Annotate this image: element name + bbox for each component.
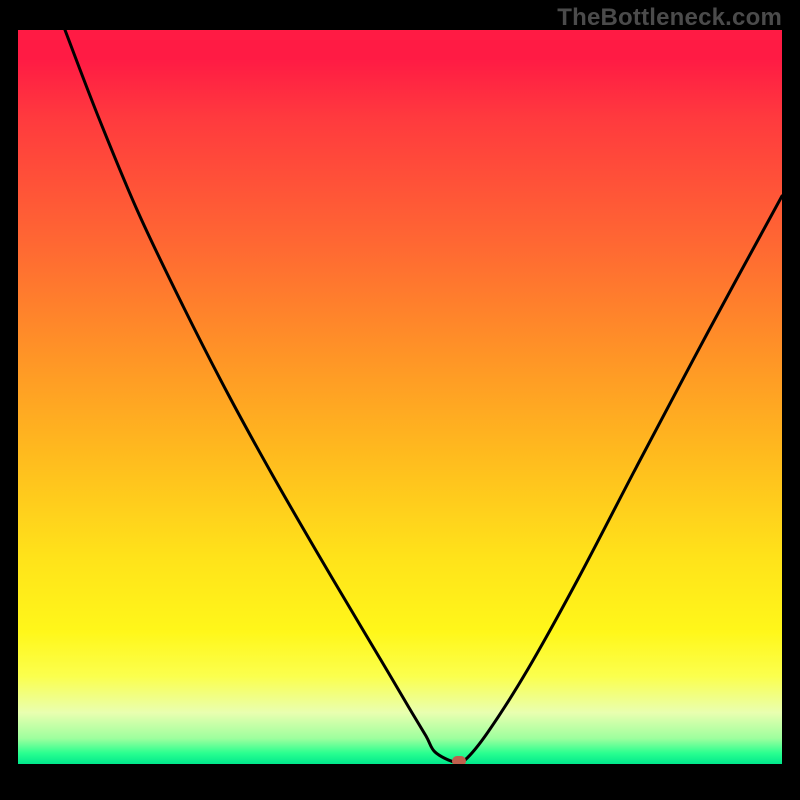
chart-frame: TheBottleneck.com [0,0,800,800]
plot-area [18,30,782,764]
bottleneck-curve [65,30,782,763]
curve-layer [18,30,782,764]
watermark-text: TheBottleneck.com [557,4,782,32]
optimum-marker [452,756,466,764]
